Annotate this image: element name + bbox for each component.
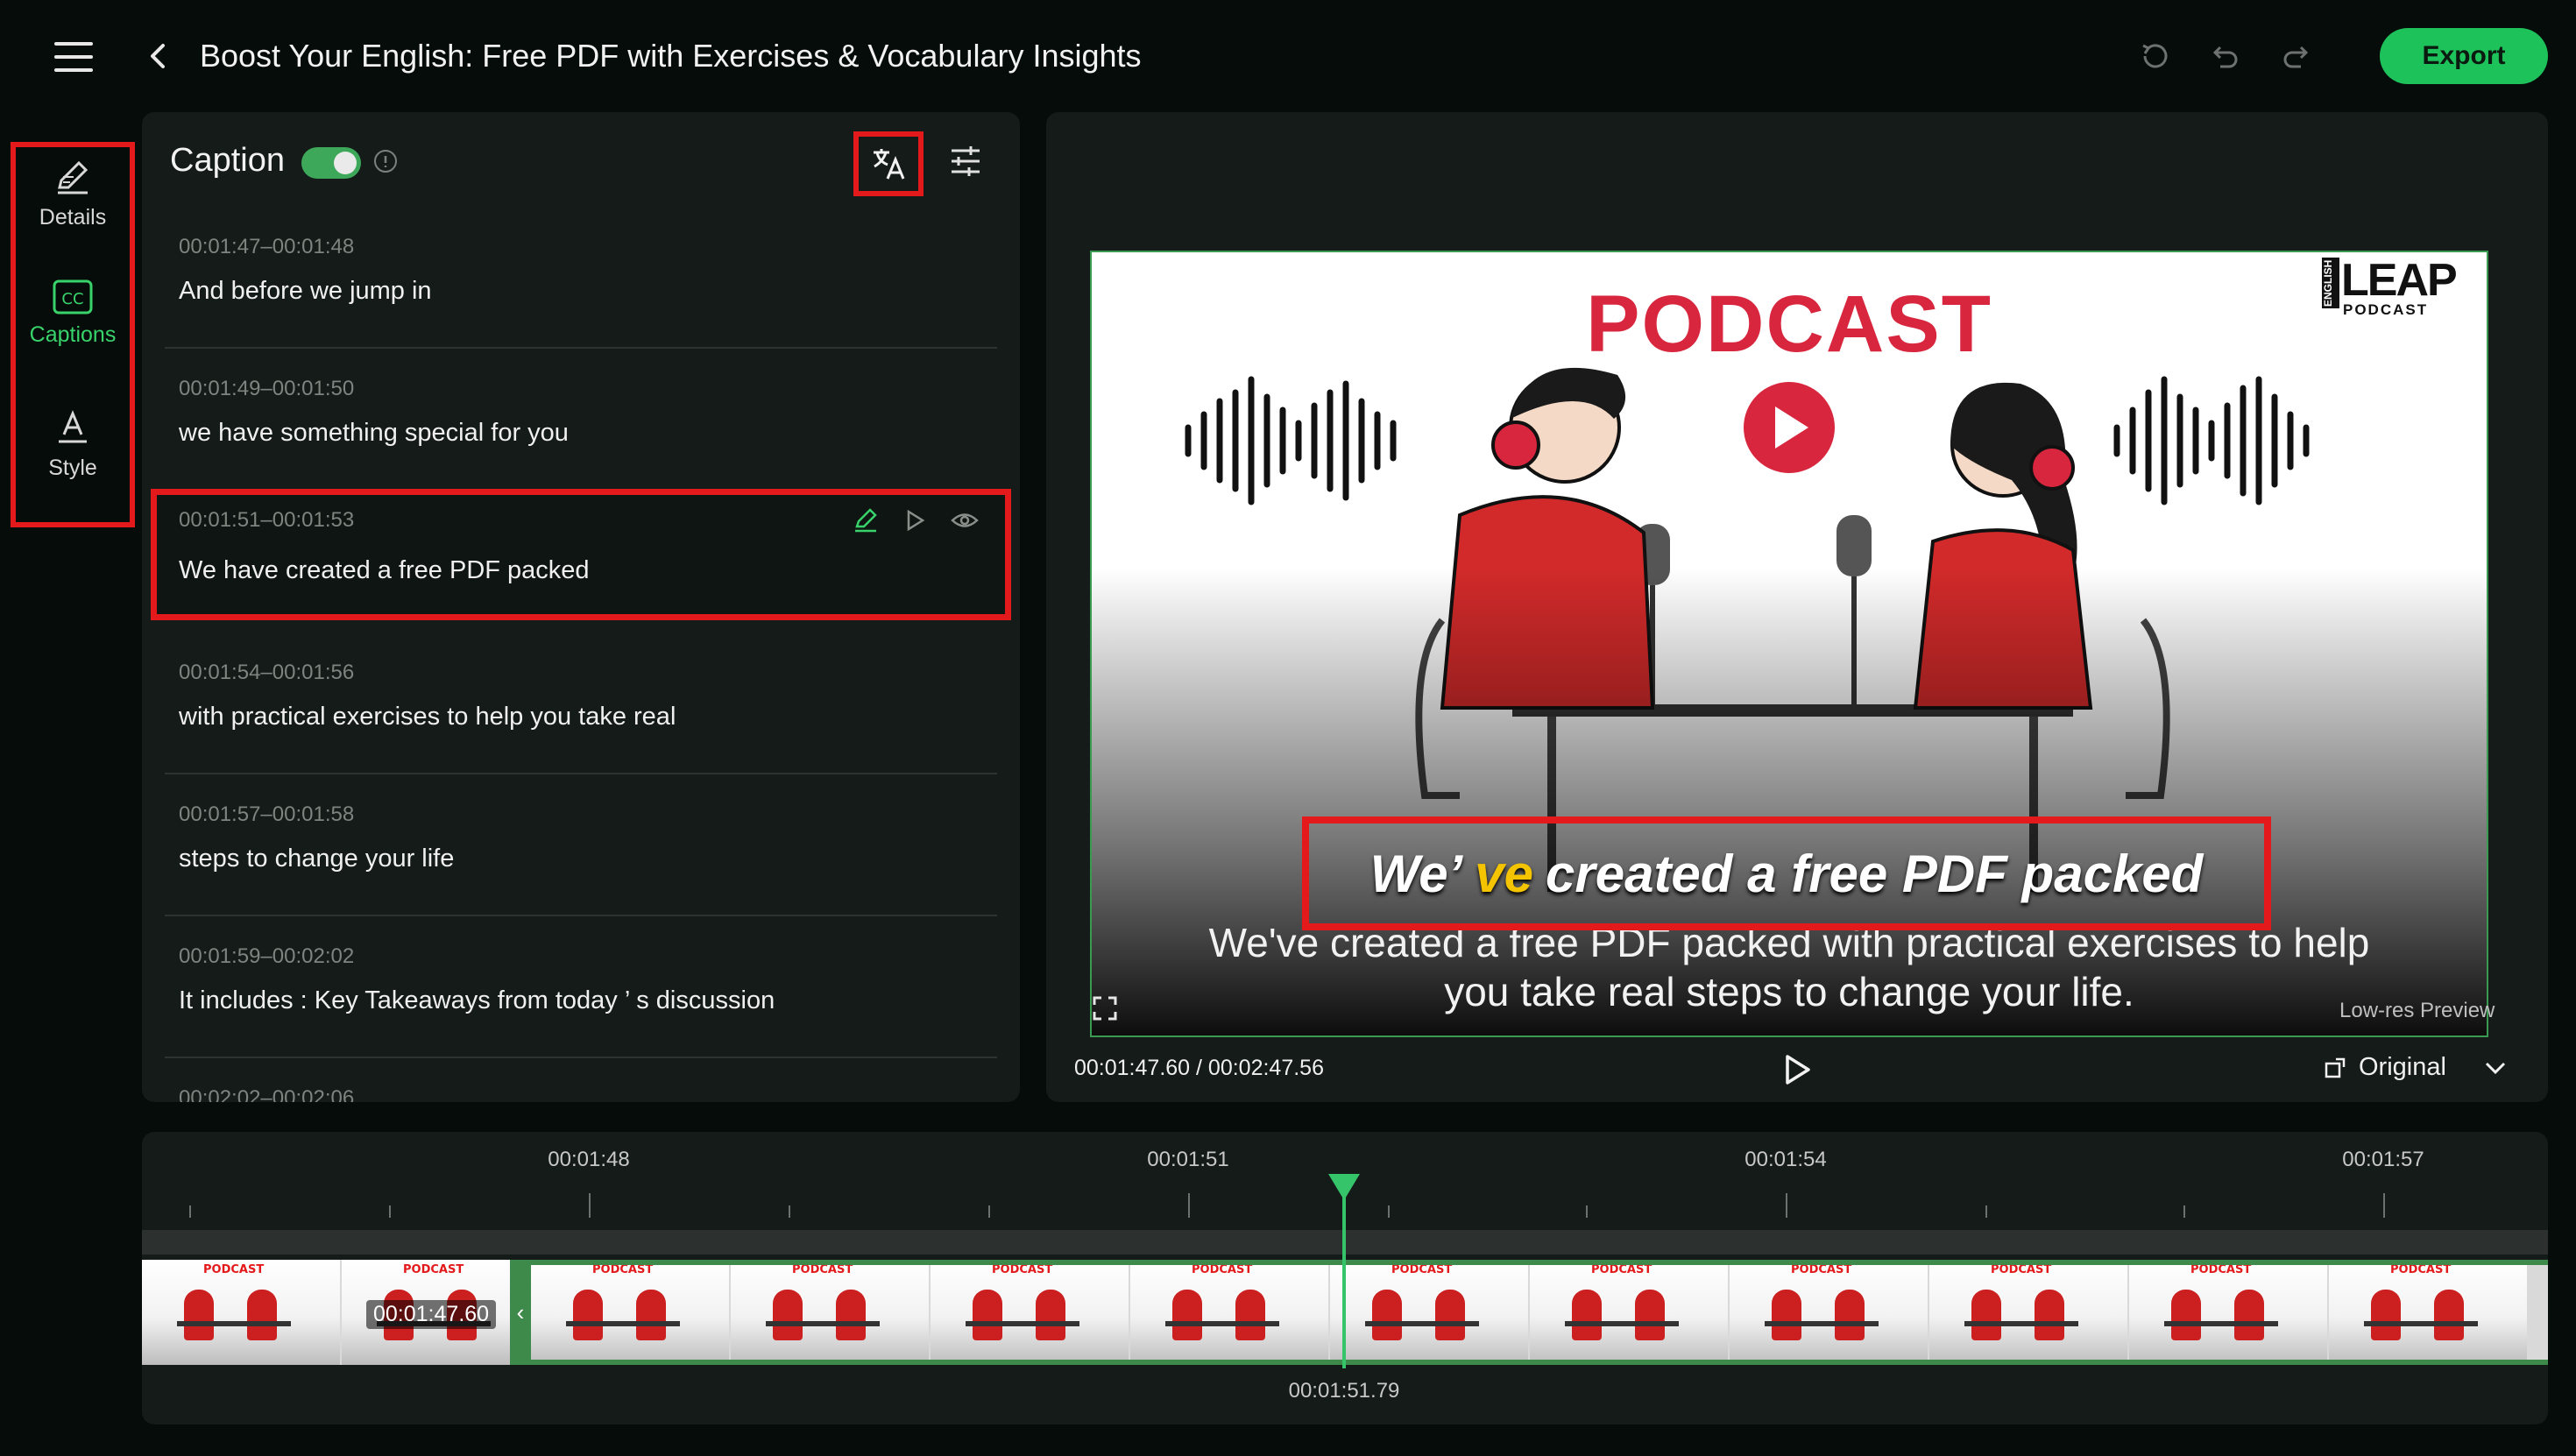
nav-label-details: Details xyxy=(39,205,107,230)
podcast-heading: PODCAST xyxy=(1586,279,1992,369)
caption-text[interactable]: And before we jump in xyxy=(179,277,432,306)
caption-row[interactable]: 00:01:47–00:01:48 And before we jump in xyxy=(165,207,997,349)
caption-time: 00:01:49–00:01:50 xyxy=(179,377,355,400)
clip-start-time: 00:01:47.60 xyxy=(366,1300,497,1329)
caption-time: 00:01:59–00:02:02 xyxy=(179,944,355,968)
caption-row[interactable]: 00:01:54–00:01:56 with practical exercis… xyxy=(165,633,997,774)
redo-icon[interactable] xyxy=(2278,39,2313,74)
nav-item-captions[interactable]: CC Captions xyxy=(16,279,130,348)
caption-row[interactable]: 00:02:02–00:02:06 xyxy=(165,1058,997,1102)
timeline-tick-label: 00:01:51 xyxy=(1147,1148,1229,1171)
edit-caption-icon[interactable] xyxy=(853,507,879,534)
eye-icon[interactable] xyxy=(951,507,979,534)
nav-label-style: Style xyxy=(48,456,97,480)
playhead-time: 00:01:51.79 xyxy=(1288,1379,1400,1403)
caption-text-input[interactable]: We have created a free PDF packed xyxy=(179,556,590,585)
caption-text[interactable]: It includes : Key Takeaways from today ’… xyxy=(179,986,775,1015)
edit-icon xyxy=(58,160,88,194)
aspect-ratio-icon xyxy=(2325,1057,2346,1078)
info-icon[interactable] xyxy=(373,149,398,173)
aspect-ratio-dropdown[interactable]: Original xyxy=(2324,1053,2508,1082)
text-style-icon xyxy=(59,410,87,443)
svg-text:CC: CC xyxy=(61,290,83,308)
history-icon[interactable] xyxy=(2138,39,2173,74)
caption-toggle[interactable] xyxy=(301,147,361,179)
caption-panel-title: Caption xyxy=(170,142,285,179)
nav-item-details[interactable]: Details xyxy=(16,158,130,230)
caption-overlay[interactable]: We’ ve created a free PDF packed xyxy=(1302,816,2271,930)
translate-button[interactable] xyxy=(853,131,924,196)
caption-text[interactable]: steps to change your life xyxy=(179,845,454,873)
translate-icon xyxy=(874,149,905,180)
caption-time: 00:01:57–00:01:58 xyxy=(179,802,355,826)
selected-clip-border xyxy=(510,1260,2548,1365)
caption-row[interactable]: 00:01:57–00:01:58 steps to change your l… xyxy=(165,774,997,916)
caption-time: 00:01:51–00:01:53 xyxy=(179,508,355,532)
caption-row-active[interactable]: 00:01:51–00:01:53 We have created a free… xyxy=(151,489,1011,620)
caption-row[interactable]: 00:01:49–00:01:50 we have something spec… xyxy=(165,349,997,491)
cc-icon: CC xyxy=(53,279,93,315)
undo-icon[interactable] xyxy=(2208,39,2243,74)
burned-in-subtitle: We've created a free PDF packed with pra… xyxy=(1208,920,2370,1014)
timeline-tick-label: 00:01:48 xyxy=(548,1148,630,1171)
export-button[interactable]: Export xyxy=(2380,28,2548,84)
caption-highlight-word: ve xyxy=(1475,844,1533,903)
menu-icon[interactable] xyxy=(54,42,93,72)
caption-row[interactable]: 00:01:59–00:02:02 It includes : Key Take… xyxy=(165,916,997,1058)
timeline-tick-label: 00:01:57 xyxy=(2342,1148,2424,1171)
playhead-handle[interactable] xyxy=(1328,1174,1360,1200)
play-icon[interactable] xyxy=(1779,1051,1815,1088)
playhead[interactable] xyxy=(1342,1176,1346,1368)
nav-label-captions: Captions xyxy=(29,322,117,347)
lowres-preview-label: Low-res Preview xyxy=(2339,999,2495,1022)
english-leap-logo: ENGLISH LEAP PODCAST xyxy=(2322,255,2458,318)
caption-text[interactable]: we have something special for you xyxy=(179,419,569,448)
caption-settings-icon[interactable] xyxy=(946,142,985,180)
timeline[interactable]: 00:01:48 00:01:51 00:01:54 00:01:57 PODC… xyxy=(142,1132,2548,1424)
caption-time: 00:02:02–00:02:06 xyxy=(179,1086,355,1102)
playback-time: 00:01:47.60 / 00:02:47.56 xyxy=(1074,1056,1324,1080)
back-arrow-icon[interactable] xyxy=(145,39,172,74)
nav-item-style[interactable]: Style xyxy=(16,408,130,481)
caption-panel: Caption 00:01:47–00:01:48 And before we … xyxy=(142,112,1020,1102)
chevron-down-icon xyxy=(2485,1062,2505,1074)
play-caption-icon[interactable] xyxy=(902,507,928,534)
fullscreen-icon[interactable] xyxy=(1092,995,1118,1021)
clip-trim-handle[interactable]: ‹ xyxy=(510,1260,531,1365)
video-preview[interactable]: PODCAST ENGLISH LEAP PODCAST We've creat… xyxy=(1090,251,2488,1037)
project-title: Boost Your English: Free PDF with Exerci… xyxy=(200,38,1142,74)
caption-time: 00:01:47–00:01:48 xyxy=(179,235,355,258)
timeline-tick-label: 00:01:54 xyxy=(1744,1148,1827,1171)
aspect-ratio-label: Original xyxy=(2359,1053,2446,1081)
side-nav: Details CC Captions Style xyxy=(11,142,135,527)
caption-text[interactable]: with practical exercises to help you tak… xyxy=(179,703,676,732)
caption-time: 00:01:54–00:01:56 xyxy=(179,661,355,684)
